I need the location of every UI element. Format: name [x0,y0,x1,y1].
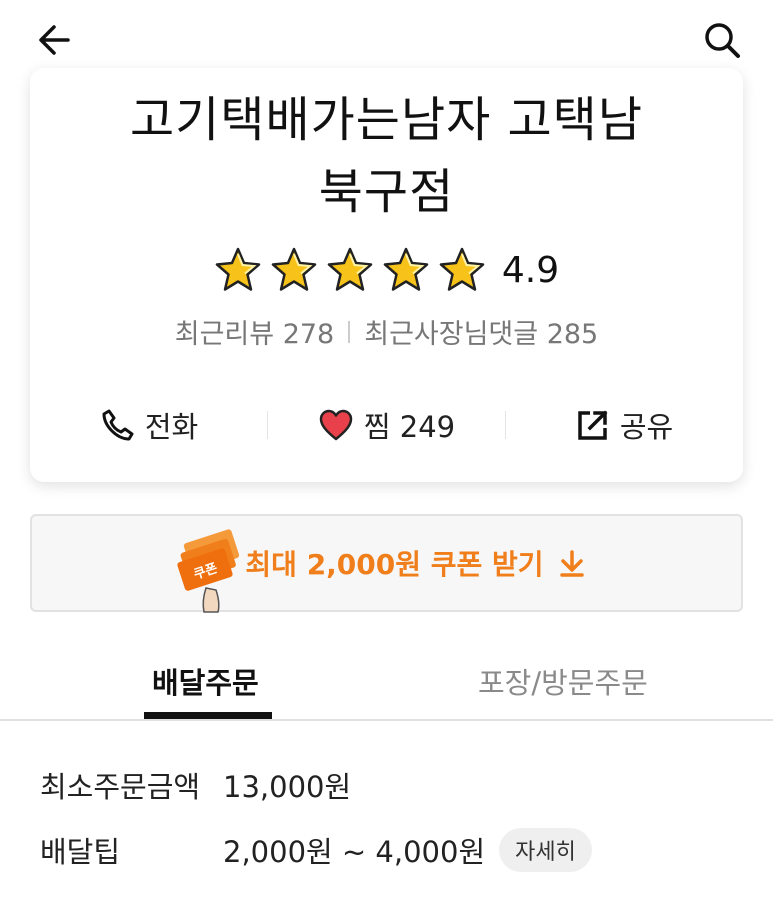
star-icon [271,247,317,291]
call-button[interactable]: 전화 [30,404,267,446]
min-order-value: 13,000원 [223,770,352,804]
rating-value: 4.9 [501,249,560,291]
store-name: 고기택배가는남자 고택남 북구점 [30,84,743,228]
divider [348,320,351,343]
store-info-card: 고기택배가는남자 고택남 북구점 4.9 최근리뷰 278 최근사장님댓글 28… [30,68,743,482]
download-arrow-icon [559,550,584,577]
tab-delivery-order[interactable]: 배달주문 [152,660,259,702]
min-order-label: 최소주문금액 [40,770,201,804]
back-button[interactable] [32,18,76,62]
search-icon [705,23,740,58]
order-type-tabs: 배달주문 포장/방문주문 [0,640,773,721]
store-name-line2: 북구점 [318,164,455,220]
delivery-tip-row: 배달팁 2,000원 ~ 4,000원 자세히 [40,828,592,872]
rating-row: 4.9 [30,246,743,294]
search-button[interactable] [698,16,746,64]
star-icon [215,247,261,291]
recent-reviews-count[interactable]: 최근리뷰 278 [175,312,334,351]
like-label: 찜 249 [363,410,456,444]
heart-icon [319,409,353,441]
share-label: 공유 [619,410,674,444]
active-tab-indicator [144,712,272,719]
store-name-line1: 고기택배가는남자 고택남 [129,92,644,148]
star-icon [439,247,485,291]
back-arrow-icon [39,25,70,55]
call-label: 전화 [144,410,199,444]
coupon-icon: 쿠폰 [177,529,240,613]
store-actions: 전화 찜 249 공유 [30,400,743,450]
coupon-label: 최대 2,000원 쿠폰 받기 [245,548,544,581]
share-button[interactable]: 공유 [506,404,743,446]
delivery-tip-label: 배달팁 [40,835,121,869]
rating-stars [214,246,486,294]
tab-pickup-order[interactable]: 포장/방문주문 [478,660,648,702]
min-order-row: 최소주문금액 13,000원 [40,764,351,806]
like-button[interactable]: 찜 249 [268,404,505,446]
share-icon [578,410,608,440]
delivery-tip-value: 2,000원 ~ 4,000원 [223,835,486,869]
star-icon [327,247,373,291]
star-icon [383,247,429,291]
recent-owner-replies-count[interactable]: 최근사장님댓글 285 [364,312,598,351]
phone-icon [102,409,134,441]
review-counts: 최근리뷰 278 최근사장님댓글 285 [30,312,743,351]
coupon-banner[interactable]: 쿠폰 최대 2,000원 쿠폰 받기 [30,514,743,613]
delivery-tip-detail-button[interactable]: 자세히 [499,828,592,872]
